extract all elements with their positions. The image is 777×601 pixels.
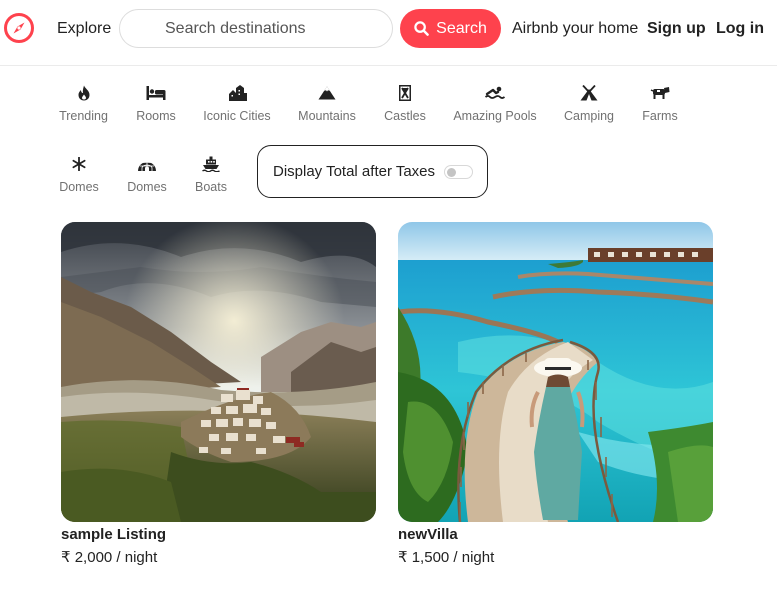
airbnb-your-home-link[interactable]: Airbnb your home <box>512 20 638 38</box>
listing-card[interactable]: newVilla ₹ 1,500 / night <box>398 222 713 566</box>
listing-title: newVilla <box>398 526 458 543</box>
signup-link[interactable]: Sign up <box>647 20 706 38</box>
filter-mountains[interactable]: Mountains <box>297 84 357 123</box>
snowflake-icon <box>72 157 86 171</box>
listing-card[interactable]: sample Listing ₹ 2,000 / night <box>61 222 376 566</box>
filter-label: Boats <box>195 180 227 194</box>
cow-icon <box>650 87 670 99</box>
filter-label: Trending <box>59 109 108 123</box>
fire-icon <box>78 85 89 101</box>
login-link[interactable]: Log in <box>716 20 764 38</box>
filter-domes-igloo[interactable]: Domes <box>126 155 168 194</box>
listing-price: ₹ 2,000 / night <box>61 549 158 566</box>
filter-iconic-cities[interactable]: Iconic Cities <box>203 84 271 123</box>
igloo-icon <box>138 162 156 171</box>
switch-knob <box>447 167 457 177</box>
navbar: Explore Search Airbnb your home Sign up … <box>0 0 777 66</box>
filter-label: Iconic Cities <box>203 109 271 123</box>
tent-icon <box>580 85 598 101</box>
filter-label: Domes <box>59 180 99 194</box>
filter-label: Farms <box>642 109 678 123</box>
ship-icon <box>202 156 220 172</box>
filter-castles[interactable]: Castles <box>383 84 427 123</box>
listing-image-tropical-boardwalk[interactable] <box>398 222 713 522</box>
tax-toggle-label: Display Total after Taxes <box>273 163 436 180</box>
tax-toggle-switch[interactable] <box>444 164 474 179</box>
swimmer-icon <box>485 86 505 99</box>
filter-trending[interactable]: Trending <box>58 84 109 123</box>
castle-icon <box>399 85 411 101</box>
filter-label: Rooms <box>136 109 176 123</box>
search-input[interactable] <box>119 9 393 48</box>
filter-label: Amazing Pools <box>453 109 537 123</box>
listing-title: sample Listing <box>61 526 167 543</box>
filter-label: Domes <box>127 180 167 194</box>
tax-toggle-box[interactable]: Display Total after Taxes <box>257 145 488 198</box>
search-icon <box>414 21 429 36</box>
filter-label: Mountains <box>298 109 356 123</box>
filter-amazing-pools[interactable]: Amazing Pools <box>453 84 537 123</box>
filter-rooms[interactable]: Rooms <box>135 84 177 123</box>
filter-farms[interactable]: Farms <box>641 84 679 123</box>
filter-label: Castles <box>384 109 426 123</box>
filter-camping[interactable]: Camping <box>563 84 615 123</box>
mountain-icon <box>318 86 336 100</box>
bed-icon <box>146 86 166 100</box>
compass-logo-icon[interactable] <box>3 12 35 44</box>
listing-price: ₹ 1,500 / night <box>398 549 495 566</box>
search-button-label: Search <box>436 19 487 37</box>
explore-link[interactable]: Explore <box>57 20 111 38</box>
listing-image-mountain-monastery[interactable] <box>61 222 376 522</box>
search-button[interactable]: Search <box>400 9 501 48</box>
filter-label: Camping <box>563 109 615 123</box>
city-icon <box>229 85 247 101</box>
filter-boats[interactable]: Boats <box>194 155 228 194</box>
filter-domes-snow[interactable]: Domes <box>58 155 100 194</box>
